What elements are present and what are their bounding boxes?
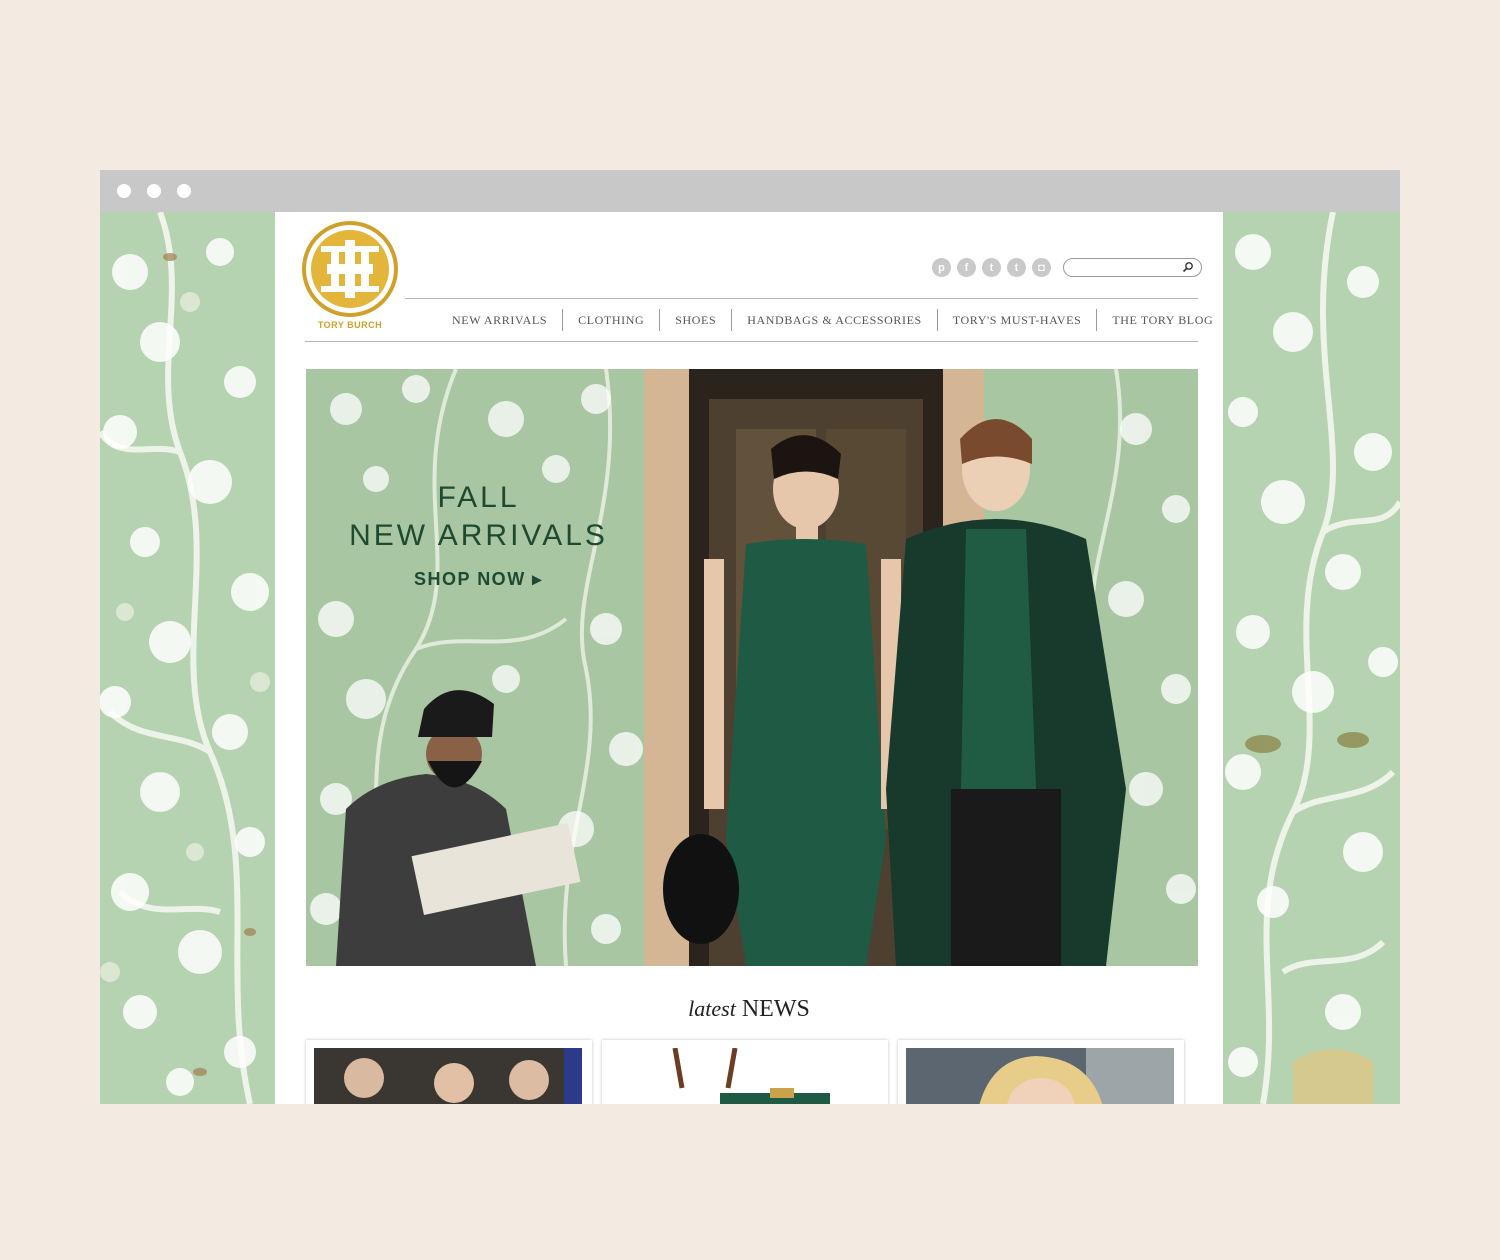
window-maximize-dot[interactable] <box>177 184 191 198</box>
search-box <box>1063 258 1202 277</box>
window-minimize-dot[interactable] <box>147 184 161 198</box>
shop-now-link[interactable]: SHOP NOW ▸ <box>414 569 543 590</box>
latest-news-italic: latest <box>688 996 736 1021</box>
right-wallpaper <box>1223 212 1400 1104</box>
hero-image <box>306 369 1198 966</box>
shop-now-label: SHOP NOW <box>414 569 526 589</box>
nav-item-shoes[interactable]: SHOES <box>659 309 731 331</box>
news-card-image <box>610 1048 878 1104</box>
hero-banner[interactable]: FALL NEW ARRIVALS SHOP NOW ▸ <box>306 369 1198 966</box>
instagram-icon[interactable]: ◘ <box>1032 258 1051 277</box>
site-page: TORY BURCH p f t t ◘ NEW ARRIVALS CLOTHI… <box>275 212 1223 1104</box>
twitter-icon[interactable]: t <box>982 258 1001 277</box>
news-card[interactable] <box>898 1040 1184 1104</box>
latest-news-caps: NEWS <box>741 996 810 1022</box>
window-close-dot[interactable] <box>117 184 131 198</box>
nav-item-clothing[interactable]: CLOTHING <box>562 309 659 331</box>
brand-logo[interactable]: TORY BURCH <box>301 220 399 332</box>
nav-divider-bottom <box>305 341 1198 342</box>
search-input[interactable] <box>1072 260 1178 274</box>
hero-title-line2: NEW ARRIVALS <box>349 519 608 552</box>
latest-news-heading: latest NEWS <box>275 996 1223 1023</box>
browser-titlebar <box>100 170 1400 212</box>
social-links: p f t t ◘ <box>932 258 1051 277</box>
facebook-icon[interactable]: f <box>957 258 976 277</box>
nav-item-handbags-accessories[interactable]: HANDBAGS & ACCESSORIES <box>731 309 937 331</box>
news-card-image <box>906 1048 1174 1104</box>
main-nav: NEW ARRIVALS CLOTHING SHOES HANDBAGS & A… <box>437 309 1223 331</box>
news-card[interactable] <box>602 1040 888 1104</box>
tumblr-icon[interactable]: t <box>1007 258 1026 277</box>
play-arrow-icon: ▸ <box>532 569 543 589</box>
browser-window: TORY BURCH p f t t ◘ NEW ARRIVALS CLOTHI… <box>100 170 1400 1104</box>
nav-item-new-arrivals[interactable]: NEW ARRIVALS <box>437 309 562 331</box>
search-icon[interactable] <box>1182 261 1194 273</box>
left-wallpaper <box>100 212 275 1104</box>
tory-burch-logo-icon <box>302 221 398 317</box>
hero-title-line1: FALL <box>437 481 520 514</box>
nav-divider-top <box>405 298 1198 299</box>
pinterest-icon[interactable]: p <box>932 258 951 277</box>
nav-item-tory-blog[interactable]: THE TORY BLOG <box>1096 309 1223 331</box>
nav-item-must-haves[interactable]: TORY'S MUST-HAVES <box>936 309 1097 331</box>
hero-title: FALL NEW ARRIVALS <box>306 479 651 555</box>
news-card[interactable] <box>306 1040 592 1104</box>
brand-name: TORY BURCH <box>317 320 383 330</box>
news-card-image <box>314 1048 582 1104</box>
